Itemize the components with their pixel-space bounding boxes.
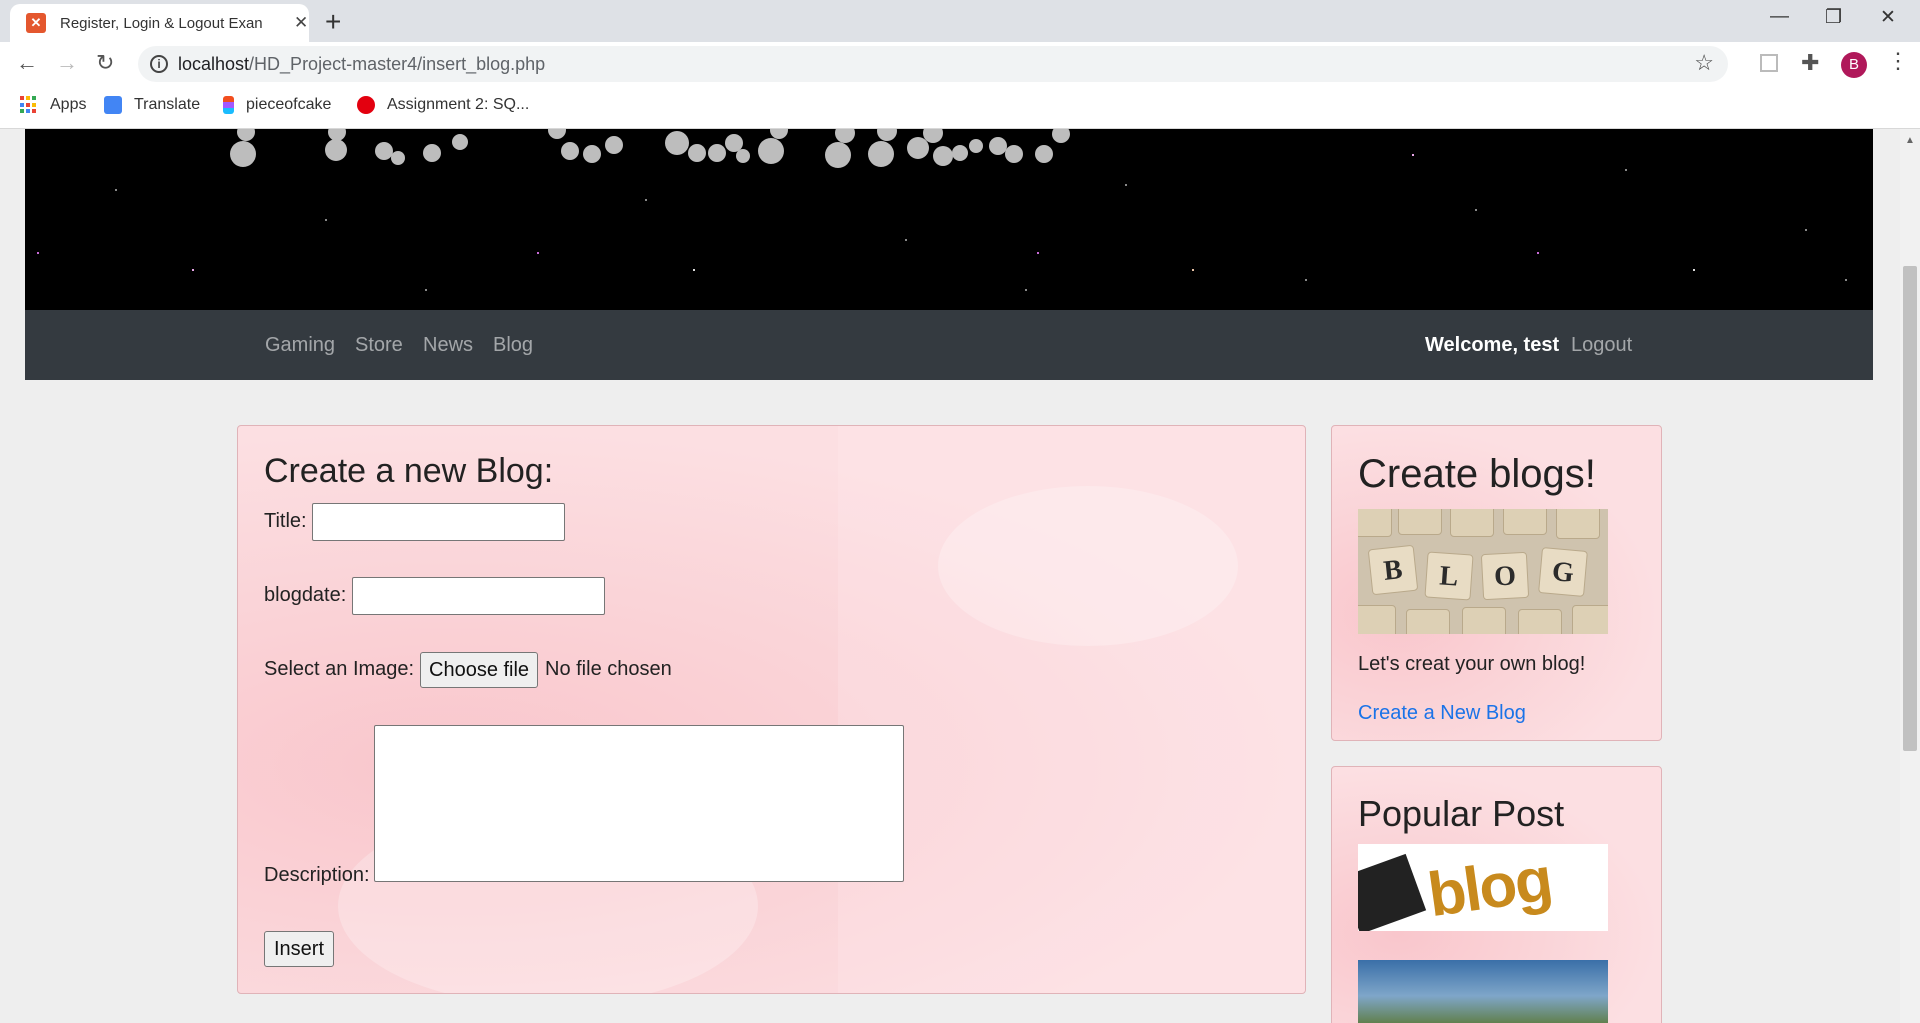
popular-post-image-blog[interactable]: blog [1358,844,1608,931]
site-navbar: Gaming Store News Blog Welcome, test Log… [25,310,1873,380]
close-tab-icon[interactable]: ✕ [294,13,308,33]
insert-button[interactable]: Insert [264,931,335,967]
no-file-chosen-text: No file chosen [545,658,672,680]
popular-post-image-game[interactable] [1358,960,1608,1023]
bookmark-pieceofcake[interactable]: pieceofcake [223,96,331,114]
red-blob-icon [357,96,375,114]
page-viewport: Gaming Store News Blog Welcome, test Log… [0,129,1920,1023]
browser-tab[interactable]: ✕ Register, Login & Logout Exan ✕ [10,4,309,42]
scrollbar-thumb[interactable] [1903,266,1917,751]
profile-avatar[interactable]: B [1841,52,1867,78]
starfield-banner [25,129,1873,310]
back-icon[interactable]: ← [16,50,38,76]
figma-icon [223,96,234,114]
create-blogs-text: Let's creat your own blog! [1358,653,1586,675]
bookmarks-bar: Apps Translate pieceofcake Assignment 2:… [0,86,1920,129]
new-tab-icon[interactable]: + [325,6,341,38]
blogdate-label: blogdate: [264,584,347,606]
minimize-icon[interactable]: — [1770,6,1789,28]
create-blog-form-card: Create a new Blog: Title: blogdate: Sele… [237,425,1306,994]
bookmark-assignment[interactable]: Assignment 2: SQ... [357,96,529,114]
create-new-blog-link[interactable]: Create a New Blog [1358,702,1526,725]
extension-box-icon[interactable] [1760,54,1778,72]
xampp-icon: ✕ [26,13,46,33]
tab-strip: ✕ Register, Login & Logout Exan ✕ + — ❐ … [0,0,1920,42]
popular-post-heading: Popular Post [1358,793,1565,834]
image-label: Select an Image: [264,658,415,680]
tab-title: Register, Login & Logout Exan [60,14,263,32]
nav-logout[interactable]: Logout [1571,334,1632,357]
browser-chrome: ✕ Register, Login & Logout Exan ✕ + — ❐ … [0,0,1920,129]
translate-icon [104,96,122,114]
site-info-icon[interactable]: i [150,55,168,73]
nav-news[interactable]: News [423,334,473,357]
create-blogs-card: Create blogs! B L O G Let's creat your o… [1331,425,1662,741]
restore-icon[interactable]: ❐ [1825,6,1842,29]
form-heading: Create a new Blog: [264,452,554,490]
bookmark-star-icon[interactable]: ☆ [1694,50,1714,76]
close-window-icon[interactable]: ✕ [1880,6,1896,29]
address-row: ← → ↻ i localhost/HD_Project-master4/ins… [0,42,1920,86]
url-text[interactable]: localhost/HD_Project-master4/insert_blog… [178,54,545,75]
bookmark-apps[interactable]: Apps [20,96,86,114]
bookmark-translate[interactable]: Translate [104,96,200,114]
scroll-up-arrow-icon[interactable]: ▲ [1905,135,1915,146]
choose-file-button[interactable]: Choose file [420,652,539,688]
create-blogs-heading: Create blogs! [1358,452,1596,496]
title-input[interactable] [312,503,565,541]
menu-kebab-icon[interactable]: ⋮ [1887,48,1909,74]
nav-gaming[interactable]: Gaming [265,334,335,357]
welcome-text: Welcome, test [1425,334,1560,356]
nav-store[interactable]: Store [355,334,403,357]
reload-icon[interactable]: ↻ [96,50,114,76]
title-label: Title: [264,510,307,532]
apps-grid-icon [20,96,38,114]
description-label: Description: [264,864,370,886]
description-textarea[interactable] [374,725,904,882]
popular-post-card: Popular Post blog [1331,766,1662,1023]
nav-blog[interactable]: Blog [493,334,533,357]
scrabble-blog-image: B L O G [1358,509,1608,634]
address-bar[interactable]: i localhost/HD_Project-master4/insert_bl… [138,46,1728,82]
page-scrollbar[interactable]: ▲ [1900,129,1920,1023]
forward-icon[interactable]: → [56,50,78,76]
puzzle-extensions-icon[interactable]: ✚ [1801,50,1819,76]
blogdate-input[interactable] [352,577,605,615]
